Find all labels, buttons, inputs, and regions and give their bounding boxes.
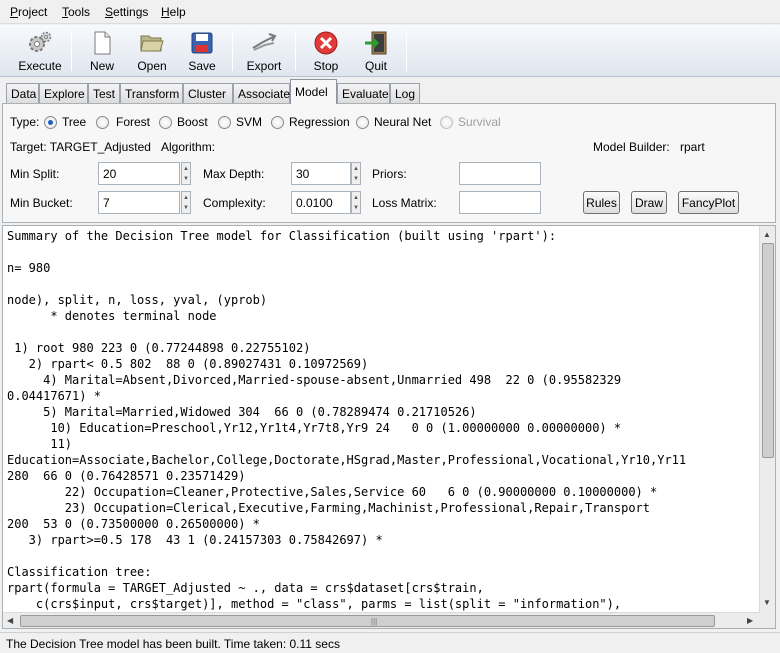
stop-icon: [314, 31, 338, 55]
tab-data[interactable]: Data: [6, 83, 39, 103]
tab-explore[interactable]: Explore: [39, 83, 88, 103]
open-label: Open: [137, 59, 167, 73]
radio-svm-label: SVM: [236, 115, 263, 129]
radio-forest[interactable]: [96, 116, 109, 129]
target-label: Target: TARGET_Adjusted: [10, 140, 151, 154]
new-button[interactable]: New: [76, 28, 128, 74]
execute-button[interactable]: Execute: [14, 28, 66, 74]
new-label: New: [89, 59, 114, 73]
scroll-down-arrow-icon[interactable]: ▼: [763, 598, 771, 607]
radio-tree-label: Tree: [62, 115, 87, 129]
model-options-panel: Type: Tree Forest Boost SVM Regression N…: [2, 103, 776, 223]
model-builder-value: rpart: [680, 140, 705, 154]
toolbar: Execute New Open Save Export Stop Quit: [0, 25, 780, 77]
tab-cluster[interactable]: Cluster: [183, 83, 233, 103]
status-bar: The Decision Tree model has been built. …: [0, 632, 780, 653]
quit-button[interactable]: Quit: [350, 28, 402, 74]
radio-neural-net-label: Neural Net: [374, 115, 432, 129]
radio-neural-net[interactable]: [356, 116, 369, 129]
priors-label: Priors:: [372, 167, 407, 181]
export-button[interactable]: Export: [238, 28, 290, 74]
export-label: Export: [246, 59, 282, 73]
quit-door-icon: [365, 31, 387, 55]
min-bucket-input[interactable]: 7: [98, 191, 180, 214]
stop-button[interactable]: Stop: [300, 28, 352, 74]
folder-open-icon: [140, 35, 164, 52]
min-bucket-label: Min Bucket:: [10, 196, 73, 210]
horizontal-scrollbar[interactable]: ◀ ||| ▶: [3, 612, 760, 628]
new-document-icon: [94, 31, 111, 55]
stop-label: Stop: [313, 59, 339, 73]
quit-label: Quit: [364, 59, 387, 73]
scroll-right-arrow-icon[interactable]: ▶: [747, 616, 753, 625]
save-label: Save: [188, 59, 216, 73]
radio-boost-label: Boost: [177, 115, 208, 129]
max-depth-input[interactable]: 30: [291, 162, 351, 185]
toolbar-separator: [406, 31, 407, 71]
min-split-label: Min Split:: [10, 167, 60, 181]
horizontal-scroll-thumb[interactable]: |||: [20, 615, 715, 627]
notebook-tabs: Data Explore Test Transform Cluster Asso…: [0, 79, 780, 104]
model-output-textview[interactable]: Summary of the Decision Tree model for C…: [2, 225, 776, 629]
radio-regression-label: Regression: [289, 115, 350, 129]
grip-icon: |||: [371, 617, 378, 626]
scroll-left-arrow-icon[interactable]: ◀: [7, 616, 13, 625]
menu-tools[interactable]: Tools: [62, 5, 90, 19]
min-bucket-stepper[interactable]: ▲ ▼: [181, 191, 191, 214]
rules-button[interactable]: Rules: [583, 191, 620, 214]
radio-forest-label: Forest: [116, 115, 151, 129]
complexity-input[interactable]: 0.0100: [291, 191, 351, 214]
min-split-input[interactable]: 20: [98, 162, 180, 185]
tab-evaluate[interactable]: Evaluate: [337, 83, 390, 103]
max-depth-stepper[interactable]: ▲ ▼: [351, 162, 361, 185]
menu-settings[interactable]: Settings: [105, 5, 148, 19]
scroll-up-arrow-icon[interactable]: ▲: [763, 230, 771, 239]
floppy-disk-icon: [191, 32, 213, 54]
radio-boost[interactable]: [159, 116, 172, 129]
toolbar-separator: [232, 31, 233, 71]
menu-help[interactable]: Help: [161, 5, 186, 19]
draw-button[interactable]: Draw: [631, 191, 667, 214]
tab-test[interactable]: Test: [88, 83, 120, 103]
toolbar-separator: [295, 31, 296, 71]
save-button[interactable]: Save: [176, 28, 228, 74]
execute-label: Execute: [18, 59, 62, 73]
priors-input[interactable]: [459, 162, 541, 185]
radio-tree[interactable]: [44, 116, 57, 129]
tab-model[interactable]: Model: [290, 79, 337, 104]
loss-matrix-label: Loss Matrix:: [372, 196, 437, 210]
tab-associate[interactable]: Associate: [233, 83, 290, 103]
radio-svm[interactable]: [218, 116, 231, 129]
algorithm-label: Algorithm:: [161, 140, 216, 154]
menu-project[interactable]: Project: [10, 5, 47, 19]
vertical-scrollbar[interactable]: ▲ ▼: [759, 226, 775, 612]
scroll-corner: [759, 612, 775, 628]
radio-regression[interactable]: [271, 116, 284, 129]
tab-log[interactable]: Log: [390, 83, 420, 103]
status-text: The Decision Tree model has been built. …: [6, 637, 340, 651]
tab-transform[interactable]: Transform: [120, 83, 183, 103]
type-label: Type:: [10, 115, 40, 129]
export-icon: [252, 33, 277, 51]
gears-icon: [29, 31, 52, 52]
vertical-scroll-thumb[interactable]: [762, 243, 774, 458]
menu-bar: Project Tools Settings Help: [0, 0, 780, 24]
complexity-label: Complexity:: [203, 196, 266, 210]
complexity-stepper[interactable]: ▲ ▼: [351, 191, 361, 214]
fancyplot-button[interactable]: FancyPlot: [678, 191, 739, 214]
min-split-stepper[interactable]: ▲ ▼: [181, 162, 191, 185]
radio-survival: [440, 116, 453, 129]
loss-matrix-input[interactable]: [459, 191, 541, 214]
toolbar-separator: [71, 31, 72, 71]
open-button[interactable]: Open: [126, 28, 178, 74]
max-depth-label: Max Depth:: [203, 167, 265, 181]
model-builder-label: Model Builder:: [593, 140, 670, 154]
model-summary-text: Summary of the Decision Tree model for C…: [7, 229, 687, 611]
radio-survival-label: Survival: [458, 115, 501, 129]
